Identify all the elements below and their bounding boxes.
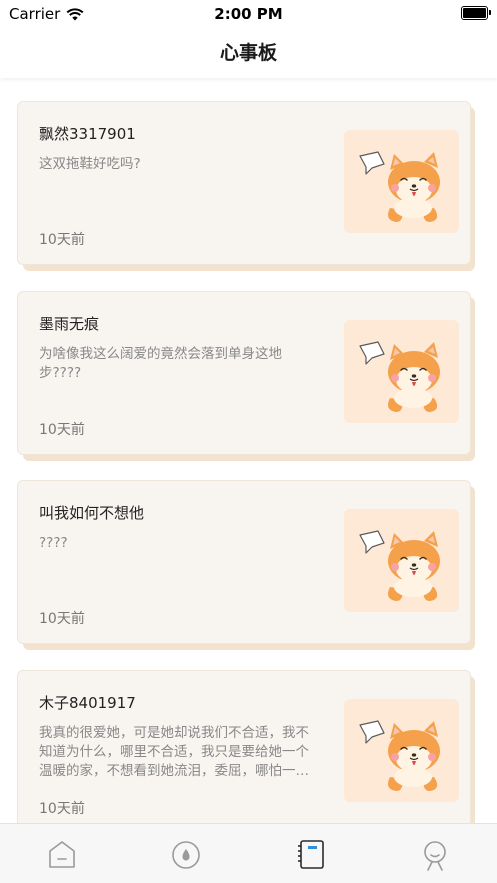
tab-bar (0, 823, 497, 883)
page-title: 心事板 (219, 42, 277, 64)
profile-icon (424, 841, 446, 871)
shiba-illustration (359, 720, 440, 791)
shiba-thumbnail (344, 320, 459, 423)
speech-bubble-icon (359, 341, 385, 365)
post-time: 10天前 (39, 422, 85, 438)
shiba-thumbnail (344, 130, 459, 233)
post-time: 10天前 (39, 611, 85, 627)
notebook-icon (298, 840, 324, 869)
nav-bar: 心事板 (0, 28, 497, 78)
post-body: 这双拖鞋好吃吗? (39, 156, 141, 172)
post-title: 飘然3317901 (39, 125, 136, 143)
battery-icon (461, 6, 491, 20)
post-card[interactable]: 木子8401917 我真的很爱她，可是她却说我们不合适，我不知道为什么，哪里不合… (17, 670, 475, 823)
card-face: 木子8401917 我真的很爱她，可是她却说我们不合适，我不知道为什么，哪里不合… (17, 670, 471, 823)
post-body: 为啥像我这么阔爱的竟然会落到单身这地步???? (39, 346, 282, 381)
home-icon (49, 841, 75, 868)
tab-profile[interactable] (415, 834, 455, 874)
post-card[interactable]: 墨雨无痕 为啥像我这么阔爱的竟然会落到单身这地步???? 10天前 (17, 291, 475, 461)
card-face: 飘然3317901 这双拖鞋好吃吗? 10天前 (17, 101, 471, 265)
post-title: 叫我如何不想他 (39, 504, 145, 522)
shiba-illustration (359, 341, 440, 412)
post-body: ???? (39, 535, 68, 551)
shiba-illustration (359, 151, 440, 222)
post-time: 10天前 (39, 801, 85, 817)
status-bar: Carrier 2:00 PM (0, 0, 497, 28)
post-title: 墨雨无痕 (39, 315, 100, 333)
card-face: 叫我如何不想他 ???? 10天前 (17, 480, 471, 644)
speech-bubble-icon (359, 720, 385, 744)
shiba-thumbnail (344, 509, 459, 612)
shiba-illustration (359, 530, 440, 601)
post-card[interactable]: 叫我如何不想他 ???? 10天前 (17, 480, 475, 650)
post-body: 我真的很爱她，可是她却说我们不合适，我不知道为什么，哪里不合适，我只是要给她一个… (39, 725, 309, 779)
tab-discover[interactable] (166, 834, 206, 874)
post-list[interactable]: 飘然3317901 这双拖鞋好吃吗? 10天前 墨雨无痕 为啥像我这么阔爱的竟然… (0, 78, 497, 823)
card-face: 墨雨无痕 为啥像我这么阔爱的竟然会落到单身这地步???? 10天前 (17, 291, 471, 455)
tab-home[interactable] (42, 834, 82, 874)
speech-bubble-icon (359, 530, 385, 554)
status-time: 2:00 PM (214, 5, 283, 23)
shiba-thumbnail (344, 699, 459, 802)
post-title: 木子8401917 (39, 694, 136, 712)
tab-notebook[interactable] (291, 834, 331, 874)
post-card[interactable]: 飘然3317901 这双拖鞋好吃吗? 10天前 (17, 101, 475, 271)
post-time: 10天前 (39, 232, 85, 248)
speech-bubble-icon (359, 151, 385, 175)
discover-icon (172, 841, 200, 869)
